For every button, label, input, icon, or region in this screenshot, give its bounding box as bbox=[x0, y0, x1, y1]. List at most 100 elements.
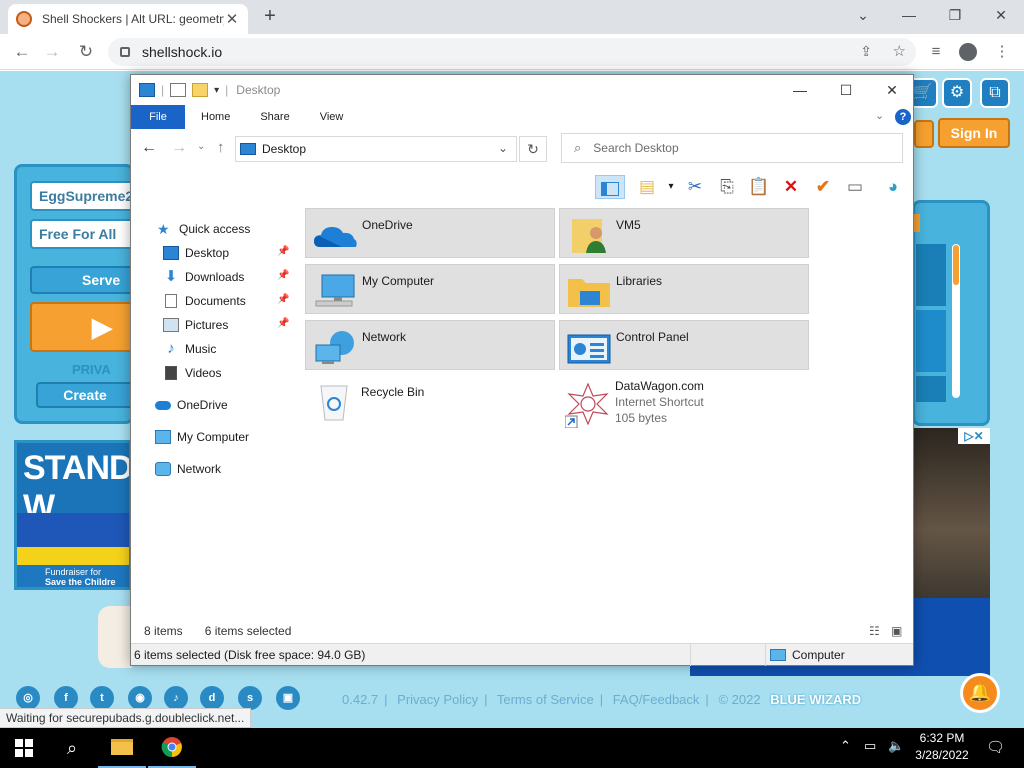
stand-with-ukraine-ad[interactable]: STAND W Fundraiser for Save the Childre bbox=[14, 440, 132, 590]
forward-button[interactable]: → bbox=[40, 40, 64, 64]
item-tile[interactable]: Recycle Bin bbox=[305, 376, 555, 426]
profile-avatar-icon[interactable] bbox=[956, 40, 980, 64]
network-tray-icon[interactable]: ▭ bbox=[864, 738, 876, 754]
item-tile[interactable]: DataWagon.com Internet Shortcut 105 byte… bbox=[559, 376, 809, 432]
preview-pane-icon[interactable] bbox=[595, 175, 625, 199]
username-field[interactable]: EggSupreme24 bbox=[30, 181, 134, 211]
pin-icon[interactable]: 📌 bbox=[277, 318, 289, 329]
item-tile[interactable]: Network bbox=[305, 320, 555, 370]
up-folder-icon[interactable]: ↑ bbox=[217, 139, 225, 156]
explorer-titlebar[interactable]: | ▾ | Desktop — ☐ ✕ bbox=[131, 75, 913, 105]
customize-quick-access-icon[interactable]: ▾ bbox=[214, 85, 219, 96]
pin-icon[interactable]: 📌 bbox=[277, 270, 289, 281]
nav-pictures[interactable]: Pictures 📌 bbox=[163, 314, 293, 336]
nav-my-computer[interactable]: My Computer bbox=[155, 426, 249, 448]
tab-view[interactable]: View bbox=[320, 111, 344, 123]
explorer-forward-icon[interactable]: → bbox=[171, 139, 187, 157]
faq-link[interactable]: FAQ/Feedback bbox=[613, 692, 700, 707]
folder-options-dropdown-icon[interactable]: ▾ bbox=[659, 175, 683, 199]
address-box[interactable]: Desktop ⌄ bbox=[235, 136, 517, 162]
item-tile[interactable]: My Computer bbox=[305, 264, 555, 314]
explorer-close-button[interactable]: ✕ bbox=[869, 79, 915, 101]
nav-quick-access[interactable]: ★ Quick access bbox=[157, 218, 250, 240]
privacy-link[interactable]: Privacy Policy bbox=[397, 692, 478, 707]
globe-icon[interactable]: ◕ bbox=[881, 175, 905, 199]
new-folder-icon[interactable] bbox=[192, 83, 209, 97]
restore-button[interactable]: ❐ bbox=[940, 4, 970, 26]
server-button[interactable]: Serve bbox=[30, 266, 134, 294]
terms-link[interactable]: Terms of Service bbox=[497, 692, 594, 707]
nav-videos[interactable]: Videos bbox=[163, 362, 221, 384]
new-tab-button[interactable]: + bbox=[258, 4, 282, 28]
notifications-icon[interactable]: 🗨 bbox=[986, 738, 1005, 756]
refresh-icon[interactable]: ↻ bbox=[519, 136, 547, 162]
copy-icon[interactable]: ⎘ bbox=[715, 175, 739, 199]
search-taskbar-icon[interactable]: ⌕ bbox=[48, 728, 96, 768]
reload-button[interactable]: ↻ bbox=[74, 40, 98, 64]
language-button[interactable] bbox=[914, 120, 934, 148]
properties-icon[interactable] bbox=[170, 83, 187, 97]
details-view-icon[interactable]: ☷ bbox=[869, 624, 880, 638]
minimize-button[interactable]: — bbox=[894, 4, 924, 26]
help-icon[interactable]: ? bbox=[895, 109, 911, 125]
twitch-icon[interactable]: ▣ bbox=[276, 686, 300, 710]
close-tab-icon[interactable]: ✕ bbox=[224, 10, 240, 28]
create-button[interactable]: Create bbox=[36, 382, 134, 408]
volume-icon[interactable]: 🔈 bbox=[888, 738, 904, 754]
item-tile[interactable]: VM5 bbox=[559, 208, 809, 258]
twitter-icon[interactable]: t bbox=[90, 686, 114, 710]
settings-gear-icon[interactable]: ⚙ bbox=[942, 78, 972, 108]
tab-search-icon[interactable]: ⌄ bbox=[848, 4, 878, 26]
pin-icon[interactable]: 📌 bbox=[277, 294, 289, 305]
chrome-taskbar-icon[interactable] bbox=[148, 728, 196, 768]
nav-network[interactable]: Network bbox=[155, 458, 221, 480]
properties-card-icon[interactable]: ▭ bbox=[843, 175, 867, 199]
tab-share[interactable]: Share bbox=[260, 111, 289, 123]
tiktok-icon[interactable]: ♪ bbox=[164, 686, 188, 710]
large-icons-view-icon[interactable]: ▣ bbox=[891, 624, 902, 638]
browser-tab[interactable]: Shell Shockers | Alt URL: geometry ✕ bbox=[8, 4, 248, 34]
fullscreen-icon[interactable]: ⧉ bbox=[980, 78, 1010, 108]
item-tile[interactable]: OneDrive bbox=[305, 208, 555, 258]
ad-close-button[interactable]: ▷✕ bbox=[958, 428, 990, 444]
address-bar[interactable]: shellshock.io ⇪ ☆ bbox=[108, 38, 916, 66]
play-button[interactable]: ▶ bbox=[30, 302, 134, 352]
share-icon[interactable]: ⇪ bbox=[860, 43, 872, 60]
instagram-icon[interactable]: ◉ bbox=[128, 686, 152, 710]
back-button[interactable]: ← bbox=[10, 40, 34, 64]
bookmark-star-icon[interactable]: ☆ bbox=[893, 42, 906, 60]
cut-icon[interactable]: ✂ bbox=[683, 175, 707, 199]
steam-icon[interactable]: s bbox=[238, 686, 262, 710]
pin-icon[interactable]: 📌 bbox=[277, 246, 289, 257]
nav-onedrive[interactable]: OneDrive bbox=[155, 394, 228, 416]
expand-ribbon-icon[interactable]: ⌄ bbox=[875, 109, 884, 122]
file-explorer-taskbar-icon[interactable] bbox=[98, 728, 146, 768]
item-tile[interactable]: Libraries bbox=[559, 264, 809, 314]
tab-file[interactable]: File bbox=[131, 105, 185, 129]
delete-icon[interactable]: ✕ bbox=[779, 175, 803, 199]
explorer-maximize-button[interactable]: ☐ bbox=[823, 79, 869, 101]
game-mode-field[interactable]: Free For All bbox=[30, 219, 134, 249]
notification-bell-icon[interactable]: 🔔 bbox=[960, 673, 1000, 713]
recent-locations-icon[interactable]: ⌄ bbox=[197, 141, 205, 152]
media-control-icon[interactable]: ≡ bbox=[924, 40, 948, 64]
sign-in-button[interactable]: Sign In bbox=[938, 118, 1010, 148]
show-hidden-icons-icon[interactable]: ⌃ bbox=[840, 738, 851, 754]
nav-music[interactable]: ♪ Music bbox=[163, 338, 216, 360]
facebook-icon[interactable]: f bbox=[54, 686, 78, 710]
rename-check-icon[interactable]: ✔ bbox=[811, 175, 835, 199]
discord-icon[interactable]: d bbox=[200, 686, 224, 710]
address-dropdown-icon[interactable]: ⌄ bbox=[498, 141, 508, 155]
nav-downloads[interactable]: ⬇ Downloads 📌 bbox=[163, 266, 293, 288]
start-button[interactable] bbox=[0, 728, 48, 768]
panel-scrollbar[interactable] bbox=[952, 244, 960, 398]
social-icon[interactable]: ◎ bbox=[16, 686, 40, 710]
folder-options-icon[interactable]: ▤ bbox=[635, 175, 659, 199]
close-window-button[interactable]: ✕ bbox=[986, 4, 1016, 26]
nav-documents[interactable]: Documents 📌 bbox=[163, 290, 293, 312]
paste-icon[interactable]: 📋 bbox=[747, 175, 771, 199]
taskbar-clock[interactable]: 6:32 PM 3/28/2022 bbox=[914, 730, 970, 764]
explorer-minimize-button[interactable]: — bbox=[777, 79, 823, 101]
tab-home[interactable]: Home bbox=[201, 111, 230, 123]
search-input[interactable]: ⌕ Search Desktop bbox=[561, 133, 903, 163]
